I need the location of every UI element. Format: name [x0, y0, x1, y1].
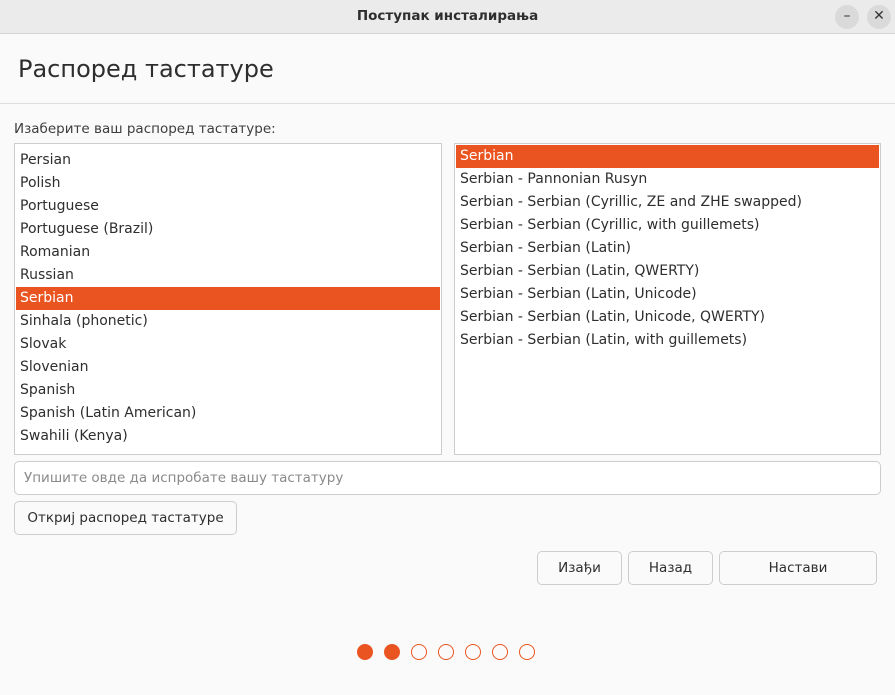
- window-titlebar: Поступак инсталирања – ✕: [0, 0, 895, 34]
- variant-list-item[interactable]: Serbian: [456, 145, 879, 168]
- keyboard-test-input[interactable]: [14, 461, 881, 495]
- continue-button[interactable]: Настави: [719, 551, 877, 585]
- keyboard-layout-list[interactable]: Persian Polish Portuguese Portuguese (Brazi…: [14, 143, 442, 455]
- window-title: Поступак инсталирања: [356, 8, 539, 24]
- progress-dot: [411, 644, 427, 660]
- minimize-button[interactable]: –: [835, 5, 859, 29]
- layout-list-item[interactable]: Romanian: [16, 241, 440, 264]
- layout-list-item[interactable]: Portuguese: [16, 195, 440, 218]
- progress-dot: [492, 644, 508, 660]
- layout-list-item[interactable]: Portuguese (Brazil): [16, 218, 440, 241]
- layout-list-item[interactable]: Slovenian: [16, 356, 440, 379]
- progress-dot: [465, 644, 481, 660]
- progress-dot: [438, 644, 454, 660]
- page-header: Распоред тастатуре: [0, 35, 895, 104]
- variant-list-item[interactable]: Serbian - Serbian (Cyrillic, with guille…: [456, 214, 879, 237]
- variant-list-item[interactable]: Serbian - Serbian (Latin, Unicode, QWERT…: [456, 306, 879, 329]
- page-title: Распоред тастатуре: [18, 55, 274, 83]
- layout-prompt-label: Изаберите ваш распоред тастатуре:: [14, 121, 276, 137]
- layout-list-item[interactable]: Spanish (Latin American): [16, 402, 440, 425]
- variant-list-item[interactable]: Serbian - Serbian (Latin, with guillemet…: [456, 329, 879, 352]
- layout-list-item[interactable]: Persian: [16, 149, 440, 172]
- layout-list-item[interactable]: Swahili (Kenya): [16, 425, 440, 448]
- detect-layout-button[interactable]: Откриј распоред тастатуре: [14, 501, 237, 535]
- quit-button[interactable]: Изађи: [537, 551, 622, 585]
- layout-list-item[interactable]: Spanish: [16, 379, 440, 402]
- layout-list-item[interactable]: Serbian: [16, 287, 440, 310]
- back-button[interactable]: Назад: [628, 551, 713, 585]
- variant-list-item[interactable]: Serbian - Serbian (Cyrillic, ZE and ZHE …: [456, 191, 879, 214]
- progress-indicator: [357, 644, 557, 662]
- progress-dot: [519, 644, 535, 660]
- variant-list-item[interactable]: Serbian - Serbian (Latin, Unicode): [456, 283, 879, 306]
- variant-list-item[interactable]: Serbian - Serbian (Latin, QWERTY): [456, 260, 879, 283]
- progress-dot: [384, 644, 400, 660]
- layout-list-item[interactable]: Russian: [16, 264, 440, 287]
- close-button[interactable]: ✕: [867, 5, 891, 29]
- progress-dot: [357, 644, 373, 660]
- variant-list-item[interactable]: Serbian - Pannonian Rusyn: [456, 168, 879, 191]
- variant-list-item[interactable]: Serbian - Serbian (Latin): [456, 237, 879, 260]
- layout-list-item[interactable]: Slovak: [16, 333, 440, 356]
- layout-list-item[interactable]: Sinhala (phonetic): [16, 310, 440, 333]
- layout-list-item[interactable]: Polish: [16, 172, 440, 195]
- keyboard-variant-list[interactable]: Serbian Serbian - Pannonian Rusyn Serbian …: [454, 143, 881, 455]
